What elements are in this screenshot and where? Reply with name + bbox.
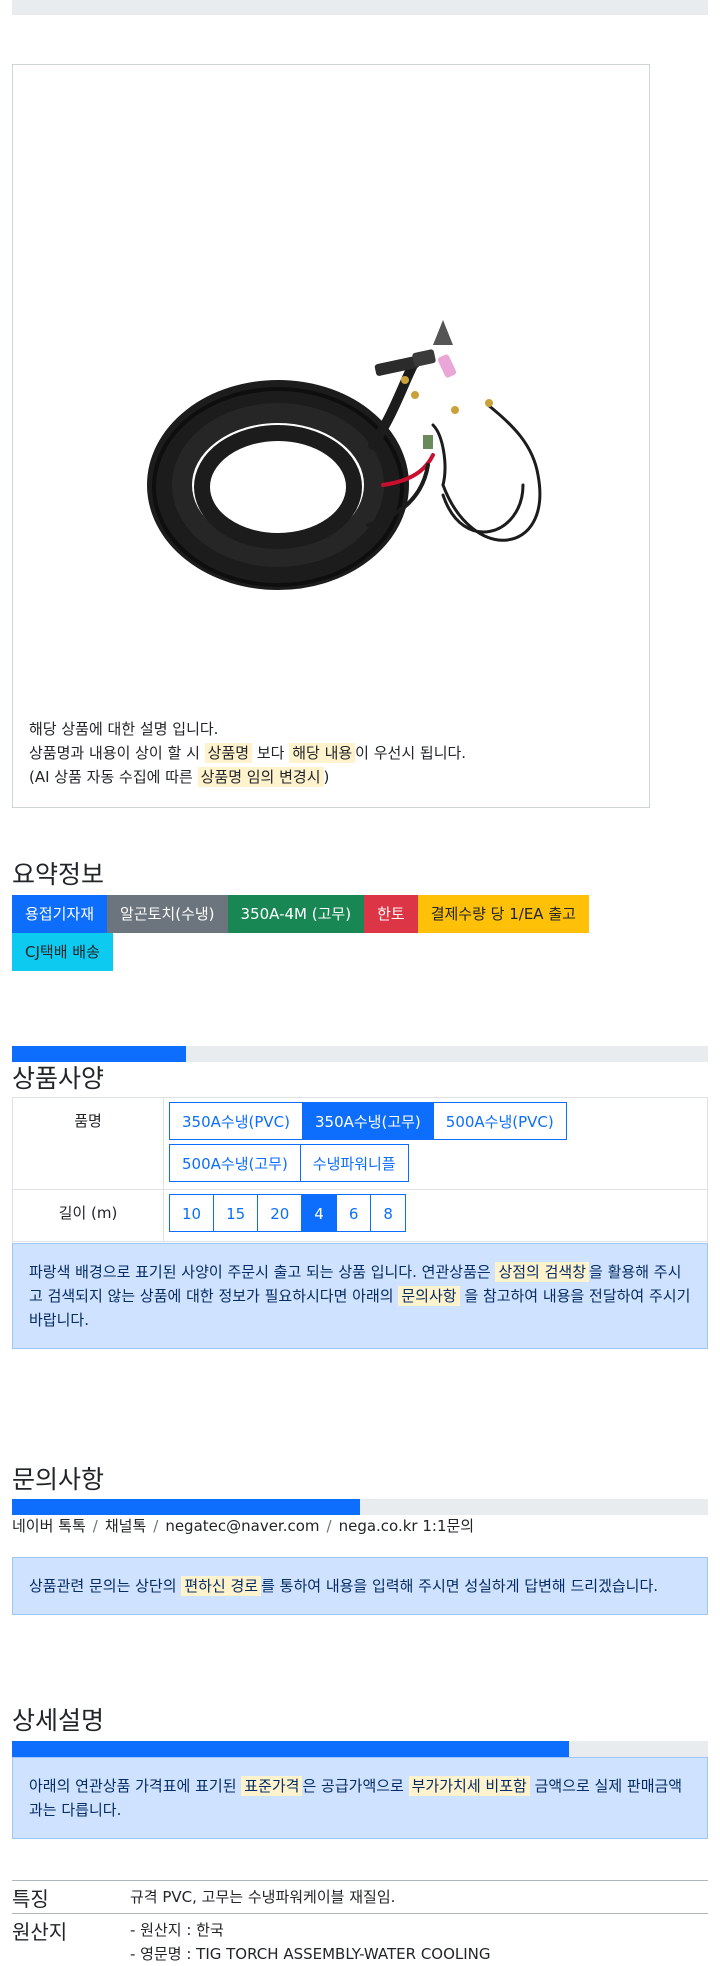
detail-heading: 상세설명 bbox=[12, 1706, 105, 1735]
badge-quantity: 결제수량 당 1/EA 출고 bbox=[417, 895, 589, 933]
specs-heading: 상품사양 bbox=[12, 1064, 105, 1093]
feature-value: 규격 PVC, 고무는 수냉파워케이블 재질임. bbox=[130, 1888, 396, 1906]
inquiry-progress-bar bbox=[12, 1499, 708, 1515]
contact-links: 네이버 톡톡 / 채널톡 / negatec@naver.com / nega.co.kr … bbox=[12, 1517, 475, 1535]
link-email[interactable]: negatec@naver.com bbox=[165, 1517, 319, 1535]
badge-model[interactable]: 350A-4M (고무) bbox=[227, 895, 365, 933]
length-option-15[interactable]: 15 bbox=[213, 1194, 259, 1232]
badge-subcategory[interactable]: 알곤토치(수냉) bbox=[107, 895, 228, 933]
description-line-2: 상품명과 내용이 상이 할 시 상품명 보다 해당 내용 이 우선시 됩니다. bbox=[29, 743, 467, 763]
length-option-10[interactable]: 10 bbox=[169, 1194, 215, 1232]
link-channel-talk[interactable]: 채널톡 bbox=[105, 1517, 146, 1535]
inquiry-notice-alert: 상품관련 문의는 상단의 편하신 경로 를 통하여 내용을 입력해 주시면 성실하… bbox=[12, 1557, 708, 1615]
inquiry-progress-fill bbox=[12, 1499, 360, 1515]
link-one-on-one[interactable]: nega.co.kr 1:1문의 bbox=[339, 1517, 475, 1535]
detail-progress-bar bbox=[12, 1741, 708, 1757]
option-350a-rubber[interactable]: 350A수냉(고무) bbox=[301, 1102, 434, 1140]
description-line-1: 해당 상품에 대한 설명 입니다. bbox=[29, 720, 219, 738]
top-divider-bar bbox=[12, 0, 708, 15]
length-option-6[interactable]: 6 bbox=[335, 1194, 372, 1232]
spec-table: 품명 350A수냉(PVC) 350A수냉(고무) 500A수냉(PVC) 50… bbox=[12, 1097, 708, 1242]
product-description: 해당 상품에 대한 설명 입니다. 상품명과 내용이 상이 할 시 상품명 보다… bbox=[29, 717, 466, 789]
length-option-8[interactable]: 8 bbox=[370, 1194, 406, 1232]
highlight-product-name: 상품명 bbox=[204, 743, 253, 763]
highlight-standard-price: 표준가격 bbox=[241, 1776, 303, 1796]
badge-brand[interactable]: 한토 bbox=[364, 895, 418, 933]
product-image-card: 해당 상품에 대한 설명 입니다. 상품명과 내용이 상이 할 시 상품명 보다… bbox=[12, 64, 650, 808]
name-options: 350A수냉(PVC) 350A수냉(고무) 500A수냉(PVC) 500A수… bbox=[163, 1097, 708, 1190]
option-power-nipple[interactable]: 수냉파워니플 bbox=[299, 1144, 409, 1182]
origin-line-english-name: - 영문명 : TIG TORCH ASSEMBLY-WATER COOLING bbox=[130, 1945, 491, 1963]
tig-torch-product-image bbox=[147, 320, 542, 590]
spec-notice-alert: 파랑색 배경으로 표기된 사양이 주문시 출고 되는 상품 입니다. 연관상품은… bbox=[12, 1243, 708, 1349]
length-options: 10 15 20 4 6 8 bbox=[163, 1189, 708, 1242]
origin-row: 원산지 - 원산지 : 한국 - 영문명 : TIG TORCH ASSEMBL… bbox=[12, 1913, 708, 1963]
spec-label-name: 품명 bbox=[12, 1097, 164, 1190]
length-option-20[interactable]: 20 bbox=[257, 1194, 303, 1232]
spec-label-length: 길이 (m) bbox=[12, 1189, 164, 1242]
highlight-convenient-route: 편하신 경로 bbox=[181, 1576, 262, 1596]
link-naver-talktalk[interactable]: 네이버 톡톡 bbox=[12, 1517, 86, 1535]
origin-label: 원산지 bbox=[12, 1920, 68, 1944]
length-option-4[interactable]: 4 bbox=[301, 1194, 337, 1232]
origin-line-country: - 원산지 : 한국 bbox=[130, 1921, 224, 1939]
description-line-3: (AI 상품 자동 수집에 따른 상품명 임의 변경시) bbox=[29, 767, 330, 787]
highlight-store-search: 상점의 검색창 bbox=[495, 1262, 590, 1282]
highlight-this-content: 해당 내용 bbox=[289, 743, 356, 763]
summary-heading: 요약정보 bbox=[12, 860, 105, 889]
highlight-vat-excluded: 부가가치세 비포함 bbox=[408, 1776, 530, 1796]
specs-progress-bar bbox=[12, 1046, 708, 1062]
option-500a-pvc[interactable]: 500A수냉(PVC) bbox=[432, 1102, 567, 1140]
inquiry-heading: 문의사항 bbox=[12, 1465, 105, 1494]
detail-progress-fill bbox=[12, 1741, 569, 1757]
feature-row: 특징 규격 PVC, 고무는 수냉파워케이블 재질임. bbox=[12, 1880, 708, 1913]
feature-label: 특징 bbox=[12, 1887, 49, 1911]
detail-notice-alert: 아래의 연관상품 가격표에 표기된 표준가격 은 공급가액으로 부가가치세 비포함… bbox=[12, 1757, 708, 1839]
badge-category[interactable]: 용접기자재 bbox=[12, 895, 108, 933]
highlight-name-change: 상품명 임의 변경시 bbox=[197, 767, 324, 787]
option-350a-pvc[interactable]: 350A수냉(PVC) bbox=[169, 1102, 303, 1140]
option-500a-rubber[interactable]: 500A수냉(고무) bbox=[169, 1144, 301, 1182]
summary-badges: 용접기자재 알곤토치(수냉) 350A-4M (고무) 한토 결제수량 당 1/… bbox=[12, 895, 632, 971]
badge-shipping: CJ택배 배송 bbox=[12, 933, 113, 971]
highlight-inquiry: 문의사항 bbox=[398, 1286, 460, 1306]
